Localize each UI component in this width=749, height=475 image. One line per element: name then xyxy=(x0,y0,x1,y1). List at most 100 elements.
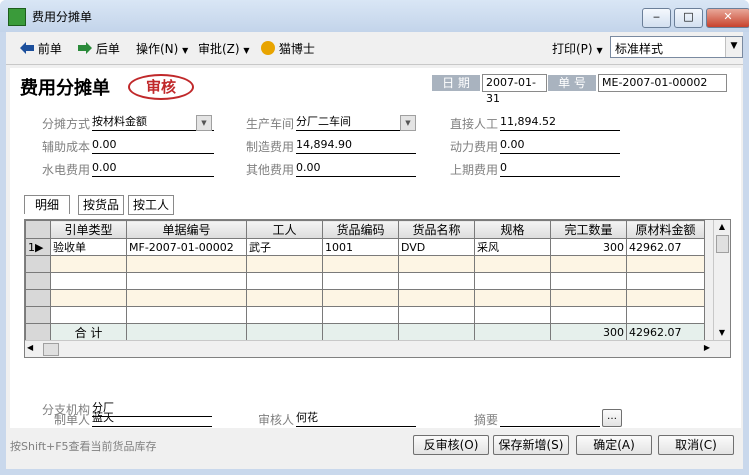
chevron-down-icon: ▼ xyxy=(243,46,250,55)
chevron-down-icon: ▼ xyxy=(596,46,603,55)
row-indicator[interactable]: 1▶ xyxy=(25,238,51,256)
table-row[interactable] xyxy=(25,289,705,307)
arrow-right-icon xyxy=(78,42,92,54)
maximize-button[interactable]: □ xyxy=(674,8,703,28)
workshop-label: 生产车间 xyxy=(246,117,295,131)
branch-label: 分支机构 xyxy=(42,403,91,417)
cancel-button[interactable]: 取消(C) xyxy=(658,435,734,455)
col-header[interactable]: 引单类型 xyxy=(50,220,127,239)
grid-table: 引单类型 单据编号 工人 货品编码 货品名称 规格 完工数量 原材料金额 1▶ … xyxy=(25,220,705,342)
save-new-button[interactable]: 保存新增(S) xyxy=(493,435,569,455)
ok-button[interactable]: 确定(A) xyxy=(576,435,652,455)
table-row[interactable] xyxy=(25,272,705,290)
app-icon xyxy=(8,8,26,26)
aux-cost-field[interactable]: 0.00 xyxy=(92,137,214,154)
summary-label: 摘要 xyxy=(474,413,499,427)
table-cell[interactable]: 42962.07 xyxy=(626,238,705,256)
last-period-label: 上期费用 xyxy=(450,163,499,177)
client-area: 前单 后单 操作(N) ▼ 审批(Z) ▼ 猫博士 打印(P) ▼ 标准样式 ▼… xyxy=(6,32,743,469)
hint-text: 按Shift+F5查看当前货品库存 xyxy=(10,440,157,453)
direct-labor-field[interactable]: 11,894.52 xyxy=(500,114,620,131)
col-header[interactable]: 原材料金额 xyxy=(626,220,705,239)
close-button[interactable]: ✕ xyxy=(706,8,749,28)
workshop-field[interactable]: 分厂二车间 xyxy=(296,114,416,131)
last-period-field[interactable]: 0 xyxy=(500,160,620,177)
horizontal-scrollbar[interactable]: ◀ ▶ xyxy=(25,340,730,357)
window-title: 费用分摊单 xyxy=(32,10,93,24)
assistant-button[interactable]: 猫博士 xyxy=(261,40,315,57)
col-header[interactable]: 货品编码 xyxy=(322,220,399,239)
total-qty: 300 xyxy=(550,323,627,342)
table-cell[interactable]: 1001 xyxy=(322,238,399,256)
other-cost-field[interactable]: 0.00 xyxy=(296,160,416,177)
date-field[interactable]: 2007-01-31 xyxy=(482,74,547,105)
title-bar: 费用分摊单 ‒ □ ✕ xyxy=(0,0,749,32)
total-label: 合 计 xyxy=(50,323,127,342)
total-amount: 42962.07 xyxy=(626,323,705,342)
date-label: 日 期 xyxy=(432,75,480,91)
table-cell[interactable]: DVD xyxy=(398,238,475,256)
col-header[interactable]: 完工数量 xyxy=(550,220,627,239)
app-window: 费用分摊单 ‒ □ ✕ 前单 后单 操作(N) ▼ 审批(Z) ▼ 猫博士 打印… xyxy=(0,0,749,475)
col-header[interactable]: 单据编号 xyxy=(126,220,247,239)
other-cost-label: 其他费用 xyxy=(246,163,295,177)
chevron-down-icon[interactable]: ▼ xyxy=(725,37,742,57)
col-header[interactable]: 规格 xyxy=(474,220,551,239)
tab-detail[interactable]: 明细 xyxy=(24,195,70,214)
branch-field[interactable]: 分厂 xyxy=(92,400,212,417)
col-header[interactable]: 货品名称 xyxy=(398,220,475,239)
utility-field[interactable]: 0.00 xyxy=(92,160,214,177)
print-menu[interactable]: 打印(P) ▼ xyxy=(552,40,603,57)
table-cell[interactable]: 武子 xyxy=(246,238,323,256)
page-title: 费用分摊单 xyxy=(20,78,110,99)
scroll-left-icon[interactable]: ◀ xyxy=(27,343,33,352)
table-cell[interactable]: MF-2007-01-00002 xyxy=(126,238,247,256)
table-row[interactable] xyxy=(25,306,705,324)
table-cell[interactable]: 300 xyxy=(550,238,627,256)
assistant-label: 猫博士 xyxy=(278,42,315,56)
power-cost-field[interactable]: 0.00 xyxy=(500,137,620,154)
table-row[interactable]: 1▶ 验收单 MF-2007-01-00002 武子 1001 DVD 采风 3… xyxy=(25,238,705,256)
scroll-right-icon[interactable]: ▶ xyxy=(704,343,710,352)
chevron-down-icon[interactable]: ▼ xyxy=(400,115,416,131)
chevron-down-icon: ▼ xyxy=(182,46,189,55)
table-cell[interactable]: 采风 xyxy=(474,238,551,256)
aux-cost-label: 辅助成本 xyxy=(42,140,91,154)
prev-button[interactable]: 前单 xyxy=(20,40,62,57)
next-button[interactable]: 后单 xyxy=(78,40,120,57)
operate-menu[interactable]: 操作(N) ▼ xyxy=(136,40,188,57)
print-style-select[interactable]: 标准样式 ▼ xyxy=(610,36,743,58)
reviewer-field: 何花 xyxy=(296,410,416,427)
approve-menu[interactable]: 审批(Z) ▼ xyxy=(198,40,250,57)
reviewer-label: 审核人 xyxy=(258,413,295,427)
scroll-thumb[interactable] xyxy=(43,343,59,356)
corner-cell xyxy=(25,220,51,239)
total-row: 合 计 300 42962.07 xyxy=(25,323,705,342)
summary-browse-button[interactable]: … xyxy=(602,409,622,427)
direct-labor-label: 直接人工 xyxy=(450,117,499,131)
status-stamp: 审核 xyxy=(128,74,194,100)
scroll-thumb[interactable] xyxy=(716,235,729,253)
alloc-method-label: 分摊方式 xyxy=(42,117,91,131)
vertical-scrollbar[interactable]: ▲ ▼ xyxy=(713,220,730,340)
doc-no-field: ME-2007-01-00002 xyxy=(598,74,727,92)
bottom-bar: 按Shift+F5查看当前货品库存 反审核(O) 保存新增(S) 确定(A) 取… xyxy=(6,432,743,469)
mfg-cost-field[interactable]: 14,894.90 xyxy=(296,137,416,154)
table-cell[interactable]: 验收单 xyxy=(50,238,127,256)
operate-label: 操作(N) xyxy=(136,42,179,56)
unapprove-button[interactable]: 反审核(O) xyxy=(413,435,489,455)
next-label: 后单 xyxy=(95,42,120,56)
scroll-up-icon[interactable]: ▲ xyxy=(714,220,730,234)
approve-label: 审批(Z) xyxy=(198,42,240,56)
utility-label: 水电费用 xyxy=(42,163,91,177)
minimize-button[interactable]: ‒ xyxy=(642,8,671,28)
scroll-down-icon[interactable]: ▼ xyxy=(714,326,730,340)
table-row[interactable] xyxy=(25,255,705,273)
grid-header-row: 引单类型 单据编号 工人 货品编码 货品名称 规格 完工数量 原材料金额 xyxy=(25,220,705,239)
col-header[interactable]: 工人 xyxy=(246,220,323,239)
tab-by-goods[interactable]: 按货品 xyxy=(78,195,124,215)
cat-icon xyxy=(261,41,275,55)
chevron-down-icon[interactable]: ▼ xyxy=(196,115,212,131)
summary-field[interactable] xyxy=(500,410,600,427)
tab-by-worker[interactable]: 按工人 xyxy=(128,195,174,215)
